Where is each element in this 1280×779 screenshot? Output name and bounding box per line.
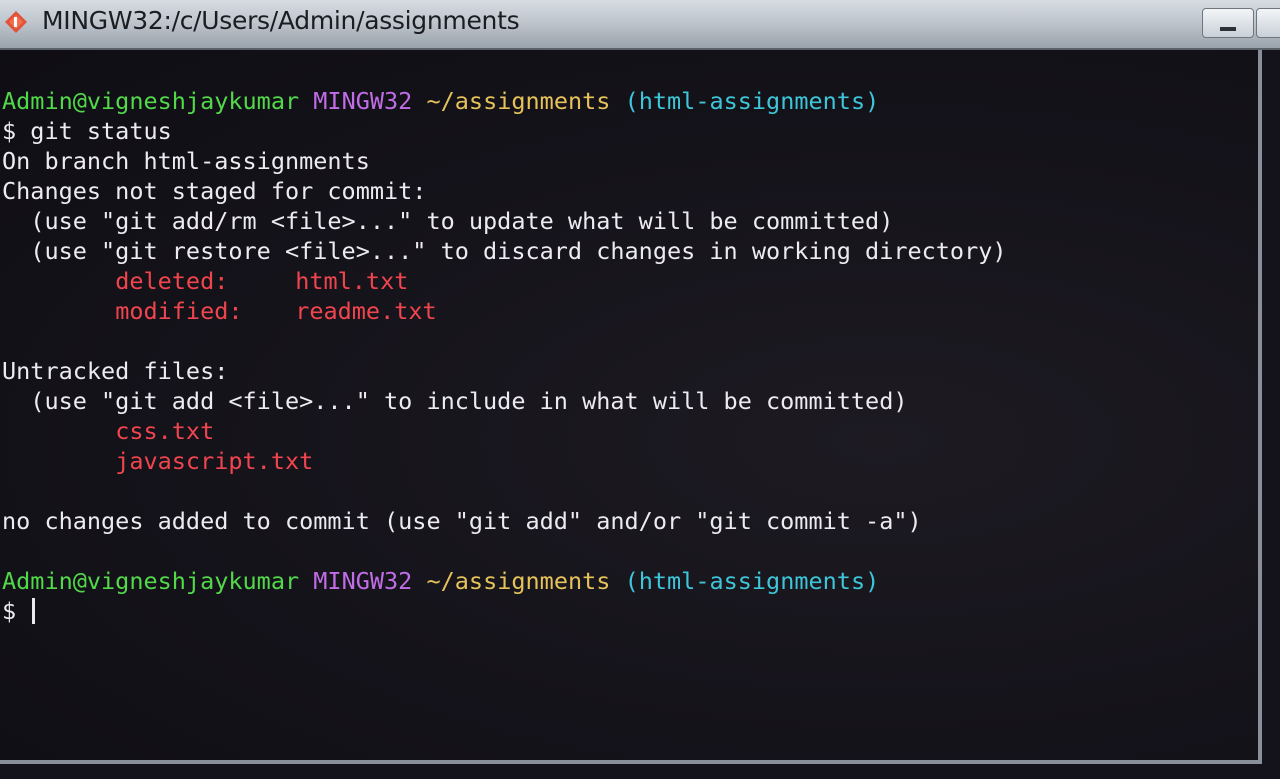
title-bar[interactable]: MINGW32:/c/Users/Admin/assignments (0, 0, 1280, 50)
untracked-file-line: javascript.txt (2, 446, 1007, 476)
prompt-user-host: Admin@vigneshjaykumar (2, 567, 300, 595)
prompt-path: ~/assignments (426, 567, 611, 595)
git-bash-icon (5, 11, 27, 33)
file-status: modified: (115, 297, 243, 325)
hint-untracked: (use "git add <file>..." to include in w… (2, 387, 908, 415)
file-name: html.txt (295, 267, 409, 295)
prompt-line: Admin@vigneshjaykumar MINGW32 ~/assignme… (2, 566, 1007, 596)
summary-line: no changes added to commit (use "git add… (2, 507, 922, 535)
changes-header: Changes not staged for commit: (2, 177, 427, 205)
file-status: deleted: (115, 267, 229, 295)
minimize-icon (1220, 27, 1236, 31)
text-cursor (32, 598, 36, 624)
file-name: readme.txt (295, 297, 437, 325)
prompt-shell: MINGW32 (313, 567, 413, 595)
prompt-shell: MINGW32 (313, 87, 413, 115)
maximize-button[interactable] (1256, 8, 1280, 38)
untracked-file-line: css.txt (2, 416, 1007, 446)
prompt-branch: (html-assignments) (624, 567, 880, 595)
prompt-line: Admin@vigneshjaykumar MINGW32 ~/assignme… (2, 86, 1007, 116)
hint-add-rm: (use "git add/rm <file>..." to update wh… (2, 207, 894, 235)
prompt-path: ~/assignments (426, 87, 611, 115)
changed-file-line: modified: readme.txt (2, 296, 1007, 326)
hint-restore: (use "git restore <file>..." to discard … (2, 237, 1007, 265)
minimize-button[interactable] (1202, 8, 1254, 38)
input-prompt: $ (2, 597, 31, 625)
terminal-window: MINGW32:/c/Users/Admin/assignments Admin… (0, 0, 1280, 779)
prompt-branch: (html-assignments) (624, 87, 880, 115)
prompt-user-host: Admin@vigneshjaykumar (2, 87, 300, 115)
branch-line: On branch html-assignments (2, 147, 370, 175)
window-title: MINGW32:/c/Users/Admin/assignments (42, 6, 520, 35)
changed-file-line: deleted: html.txt (2, 266, 1007, 296)
input-line[interactable]: $ (2, 596, 1007, 626)
untracked-file: css.txt (115, 417, 215, 445)
untracked-file: javascript.txt (115, 447, 314, 475)
untracked-header: Untracked files: (2, 357, 229, 385)
command-line: $ git status (2, 117, 172, 145)
terminal-lines: Admin@vigneshjaykumar MINGW32 ~/assignme… (2, 86, 1007, 626)
terminal-output[interactable]: Admin@vigneshjaykumar MINGW32 ~/assignme… (0, 50, 1262, 764)
